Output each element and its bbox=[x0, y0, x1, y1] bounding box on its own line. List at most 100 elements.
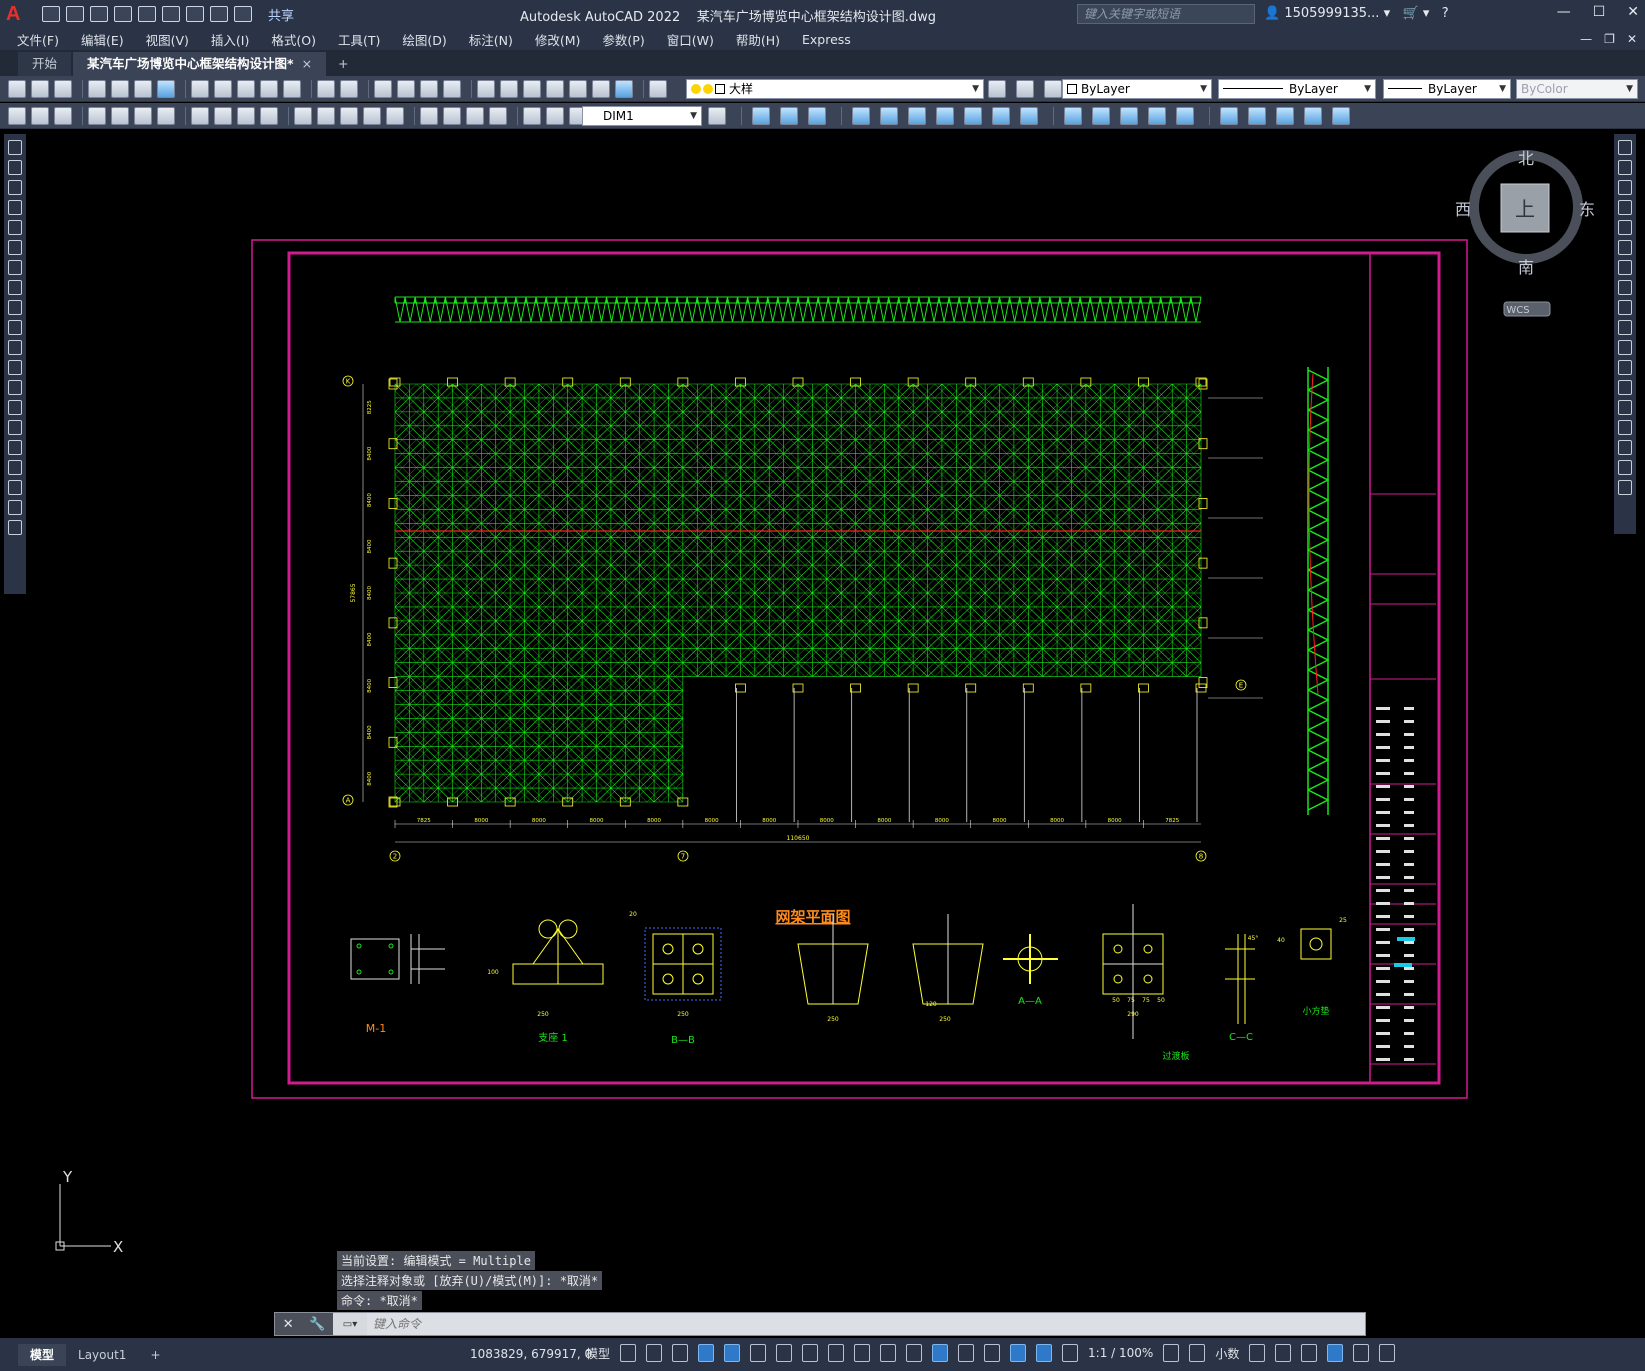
extend-icon[interactable] bbox=[1618, 340, 1632, 355]
add-selected-icon[interactable] bbox=[8, 520, 22, 535]
line-icon[interactable] bbox=[8, 140, 22, 155]
tab-layout1[interactable]: Layout1 bbox=[66, 1344, 138, 1366]
dim-text-edit-icon[interactable] bbox=[546, 106, 564, 125]
undo-icon[interactable] bbox=[210, 6, 228, 22]
snap-icon[interactable] bbox=[646, 1344, 663, 1362]
help-toolbar-icon[interactable] bbox=[615, 79, 633, 98]
3d-sweep-icon[interactable] bbox=[908, 107, 926, 125]
open-file-icon[interactable] bbox=[66, 6, 84, 22]
fillet-icon[interactable] bbox=[1618, 440, 1632, 455]
scale-icon[interactable] bbox=[1618, 280, 1632, 295]
command-input[interactable] bbox=[367, 1313, 1267, 1335]
baseline-dim-icon[interactable] bbox=[317, 106, 335, 125]
construction-line-icon[interactable] bbox=[8, 160, 22, 175]
3d-array-icon[interactable] bbox=[1332, 107, 1350, 125]
menu-dimension[interactable]: 标注(N) bbox=[458, 30, 524, 49]
menu-file[interactable]: 文件(F) bbox=[0, 30, 70, 49]
dynamic-ucs-icon[interactable] bbox=[958, 1344, 975, 1362]
linetype-dropdown[interactable]: ByLayer ▼ bbox=[1218, 79, 1376, 99]
maximize-icon[interactable]: ☐ bbox=[1593, 4, 1606, 20]
polygon-icon[interactable] bbox=[8, 200, 22, 215]
continue-dim-icon[interactable] bbox=[340, 106, 358, 125]
zoom-previous-icon[interactable] bbox=[443, 79, 461, 98]
selection-cycling-icon[interactable] bbox=[906, 1344, 923, 1362]
3d-osnap-icon[interactable] bbox=[932, 1344, 949, 1362]
menu-parametric[interactable]: 参数(P) bbox=[591, 30, 655, 49]
cart-icon[interactable]: 🛒 bbox=[1403, 6, 1419, 21]
workspace-gear-icon[interactable] bbox=[1163, 1344, 1180, 1362]
copy-icon[interactable] bbox=[214, 79, 232, 98]
pan-icon[interactable] bbox=[374, 79, 392, 98]
tool-palettes-icon[interactable] bbox=[523, 79, 541, 98]
save-icon[interactable] bbox=[90, 6, 108, 22]
3d-rotate-icon[interactable] bbox=[1248, 107, 1266, 125]
jogged-linear-icon[interactable] bbox=[489, 106, 507, 125]
open-icon[interactable] bbox=[31, 79, 49, 98]
menu-format[interactable]: 格式(O) bbox=[260, 30, 327, 49]
new-tab-button[interactable]: + bbox=[328, 52, 358, 76]
open-from-web-icon[interactable] bbox=[138, 6, 156, 22]
linear-dim-icon[interactable] bbox=[88, 106, 106, 125]
dim-break-icon[interactable] bbox=[386, 106, 404, 125]
make-current-layer-icon[interactable] bbox=[988, 80, 1006, 98]
customization-menu-icon[interactable] bbox=[1379, 1344, 1396, 1362]
polyline-icon[interactable] bbox=[8, 180, 22, 195]
hatch-icon[interactable] bbox=[8, 420, 22, 435]
menu-express[interactable]: Express bbox=[791, 32, 862, 47]
isolate-objects-icon[interactable] bbox=[1301, 1344, 1318, 1362]
isometric-icon[interactable] bbox=[776, 1344, 793, 1362]
zoom-window-icon[interactable] bbox=[420, 79, 438, 98]
arc-length-icon[interactable] bbox=[134, 106, 152, 125]
chamfer-icon[interactable] bbox=[1618, 420, 1632, 435]
3d-interfere-icon[interactable] bbox=[1120, 107, 1138, 125]
doc-restore-icon[interactable]: ❐ bbox=[1604, 32, 1615, 46]
ellipse-arc-icon[interactable] bbox=[8, 340, 22, 355]
layer-dropdown[interactable]: 大样 ▼ bbox=[686, 79, 984, 99]
polar-tracking-icon[interactable] bbox=[750, 1344, 767, 1362]
stretch-icon[interactable] bbox=[1618, 300, 1632, 315]
doc-minimize-icon[interactable]: — bbox=[1580, 32, 1592, 46]
object-snap-icon[interactable] bbox=[828, 1344, 845, 1362]
close-window-icon[interactable]: ✕ bbox=[1627, 4, 1639, 20]
3d-thicken-icon[interactable] bbox=[1092, 107, 1110, 125]
dynamic-input-icon[interactable] bbox=[698, 1344, 715, 1362]
gradient-icon[interactable] bbox=[8, 440, 22, 455]
3d-subtract-icon[interactable] bbox=[992, 107, 1010, 125]
3d-dwf-icon[interactable] bbox=[157, 79, 175, 98]
paste-icon[interactable] bbox=[237, 79, 255, 98]
customize-wrench-icon[interactable]: 🔧 bbox=[309, 1317, 325, 1332]
3d-union-icon[interactable] bbox=[964, 107, 982, 125]
menu-help[interactable]: 帮助(H) bbox=[725, 30, 791, 49]
plot-icon[interactable] bbox=[186, 6, 204, 22]
help-icon[interactable]: ? bbox=[1442, 6, 1449, 21]
3d-cone-icon[interactable] bbox=[808, 107, 826, 125]
break-at-point-icon[interactable] bbox=[1618, 360, 1632, 375]
transparency-icon[interactable] bbox=[880, 1344, 897, 1362]
lineweight-icon[interactable] bbox=[854, 1344, 871, 1362]
3d-revolve-icon[interactable] bbox=[880, 107, 898, 125]
menu-draw[interactable]: 绘图(D) bbox=[391, 30, 457, 49]
3d-flatshot-icon[interactable] bbox=[1176, 107, 1194, 125]
move-icon[interactable] bbox=[1618, 240, 1632, 255]
table-icon[interactable] bbox=[8, 480, 22, 495]
cut-icon[interactable] bbox=[191, 79, 209, 98]
menu-tools[interactable]: 工具(T) bbox=[327, 30, 391, 49]
3d-extrude-icon[interactable] bbox=[852, 107, 870, 125]
new-file-icon[interactable] bbox=[42, 6, 60, 22]
viewcube-north[interactable]: 北 bbox=[1518, 149, 1534, 168]
add-layout-button[interactable]: + bbox=[138, 1344, 172, 1366]
redo-toolbar-icon[interactable] bbox=[340, 79, 358, 98]
tab-model[interactable]: 模型 bbox=[18, 1343, 67, 1366]
mirror-icon[interactable] bbox=[1618, 180, 1632, 195]
close-tab-icon[interactable]: × bbox=[302, 56, 312, 71]
menu-insert[interactable]: 插入(I) bbox=[200, 30, 260, 49]
lock-ui-icon[interactable] bbox=[1275, 1344, 1292, 1362]
revision-cloud-icon[interactable] bbox=[8, 280, 22, 295]
inspection-icon[interactable] bbox=[466, 106, 484, 125]
viewcube-west[interactable]: 西 bbox=[1455, 200, 1471, 219]
minimize-icon[interactable]: — bbox=[1557, 4, 1571, 20]
drawing-canvas[interactable]: 7825 8000 8000 8000 8000 8000 8000 8000 8000 8000… bbox=[33, 134, 1610, 1338]
3d-section-icon[interactable] bbox=[1148, 107, 1166, 125]
blend-curves-icon[interactable] bbox=[1618, 460, 1632, 475]
rotate-icon[interactable] bbox=[1618, 260, 1632, 275]
